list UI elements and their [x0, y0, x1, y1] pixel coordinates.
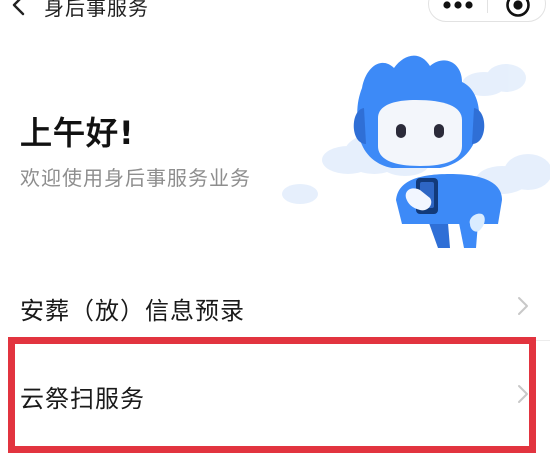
menu-item-label: 云祭扫服务 [20, 385, 145, 413]
back-button[interactable] [6, 0, 32, 20]
chevron-right-icon [518, 297, 528, 315]
page-title: 身后事服务 [44, 0, 149, 20]
more-button[interactable] [429, 0, 487, 21]
menu-item-cloud-memorial[interactable]: 云祭扫服务 [0, 354, 550, 424]
mascot-illustration [282, 55, 550, 248]
greeting-subtitle: 欢迎使用身后事服务业务 [20, 166, 251, 190]
menu-item-label: 安葬（放）信息预录 [20, 297, 245, 325]
mini-program-capsule [428, 0, 546, 22]
more-dots-icon [443, 1, 473, 9]
greeting-title: 上午好! [20, 114, 135, 152]
list-divider [20, 340, 550, 341]
menu-item-burial-info[interactable]: 安葬（放）信息预录 [0, 270, 550, 340]
close-button[interactable] [491, 0, 545, 21]
capsule-divider [487, 0, 488, 13]
chevron-left-icon [12, 0, 25, 16]
top-navigation-bar: 身后事服务 [0, 0, 550, 30]
chevron-right-icon [518, 385, 528, 403]
target-close-icon [506, 0, 530, 17]
